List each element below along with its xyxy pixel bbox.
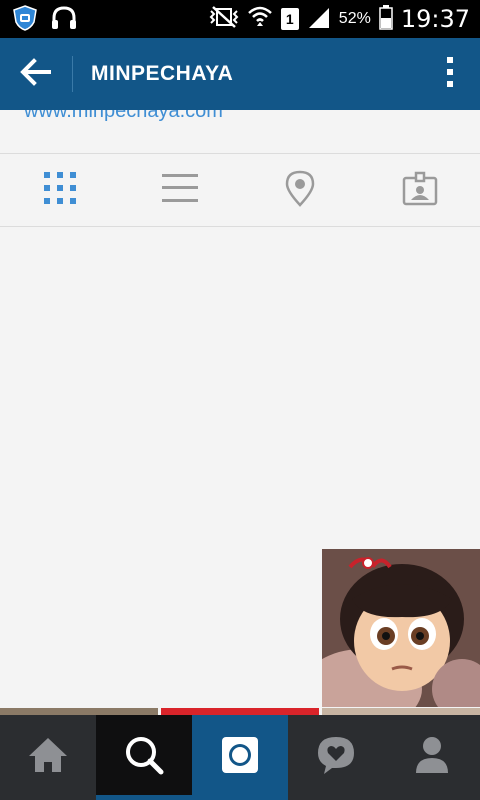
location-pin-icon	[284, 169, 316, 212]
instagram-profile-screen: 1 52% 19:37 MINPECHAYA www.minpechaya.co…	[0, 0, 480, 800]
nav-camera[interactable]	[192, 715, 288, 800]
bottom-nav	[0, 715, 480, 800]
wifi-icon	[247, 5, 273, 34]
tab-list-view[interactable]	[120, 155, 240, 226]
photo-thumbnail[interactable]	[322, 549, 480, 707]
back-arrow-icon	[18, 57, 54, 92]
grid-icon	[43, 171, 77, 210]
app-bar-divider	[72, 56, 73, 92]
search-icon	[124, 735, 164, 780]
tab-photo-map[interactable]	[240, 155, 360, 226]
tagged-person-icon	[402, 170, 438, 211]
list-icon	[161, 172, 199, 209]
home-icon	[27, 736, 69, 779]
overflow-menu-icon	[446, 56, 454, 93]
profile-icon	[414, 736, 450, 779]
nav-activity[interactable]	[288, 715, 384, 800]
signal-icon	[307, 6, 331, 33]
no-sim-vibrate-icon	[209, 5, 239, 33]
heart-bubble-icon	[316, 735, 356, 780]
tab-grid-view[interactable]	[0, 155, 120, 226]
shield-icon	[12, 5, 38, 36]
nav-home[interactable]	[0, 715, 96, 800]
battery-icon	[379, 4, 393, 35]
sim-indicator: 1	[280, 8, 299, 30]
camera-icon	[221, 736, 259, 779]
profile-view-tabs	[0, 155, 480, 227]
clock: 19:37	[400, 5, 470, 33]
overflow-menu-button[interactable]	[420, 38, 480, 110]
tab-photos-of-you[interactable]	[360, 155, 480, 226]
nav-profile[interactable]	[384, 715, 480, 800]
status-bar: 1 52% 19:37	[0, 0, 480, 38]
nav-search[interactable]	[96, 715, 192, 800]
page-title: MINPECHAYA	[91, 62, 234, 85]
app-bar: MINPECHAYA	[0, 38, 480, 110]
battery-percent: 52%	[338, 10, 371, 27]
headphones-icon	[50, 5, 78, 36]
back-button[interactable]	[0, 38, 72, 110]
